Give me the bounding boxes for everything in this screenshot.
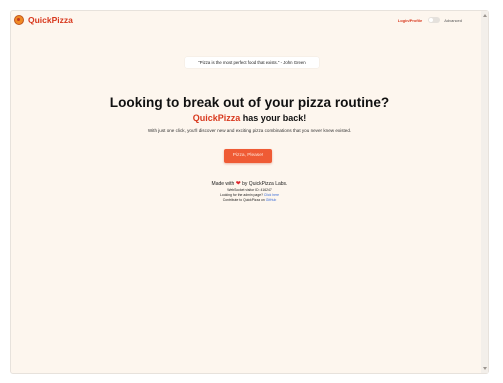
pizza-please-button[interactable]: Pizza, Please!: [224, 149, 272, 163]
footer: Made with ❤ by QuickPizza Labs. WebSocke…: [10, 180, 489, 203]
github-link[interactable]: GitHub: [266, 198, 277, 202]
hero-title: Looking to break out of your pizza routi…: [109, 95, 390, 110]
made-with-line: Made with ❤ by QuickPizza Labs.: [10, 180, 489, 188]
contribute-prefix: Contribute to QuickPizza on: [222, 198, 266, 202]
hero-subtitle: QuickPizza has your back!: [10, 113, 489, 124]
admin-prefix: Looking for the admin page?: [220, 193, 264, 197]
login-profile-link[interactable]: Login/Profile: [398, 18, 422, 23]
hero-description: With just one click, you'll discover new…: [147, 128, 352, 133]
brand-name: QuickPizza: [28, 15, 73, 25]
contribute-line: Contribute to QuickPizza on GitHub: [10, 198, 489, 203]
hero-section: Looking to break out of your pizza routi…: [10, 95, 489, 134]
made-with-prefix: Made with: [211, 181, 235, 187]
admin-link[interactable]: Click here: [264, 193, 279, 197]
top-right-controls: Login/Profile Advanced: [398, 17, 462, 23]
heart-icon: ❤: [235, 180, 241, 187]
scroll-down-arrow-icon[interactable]: [483, 367, 487, 370]
pizza-logo-icon: [14, 15, 24, 25]
top-navigation: QuickPizza Login/Profile Advanced: [14, 15, 466, 31]
advanced-toggle[interactable]: [428, 17, 441, 23]
hero-subtitle-brand: QuickPizza: [192, 113, 241, 123]
pizza-quote: "Pizza is the most perfect food that exi…: [185, 57, 319, 68]
hero-subtitle-rest: has your back!: [240, 113, 307, 123]
scroll-up-arrow-icon[interactable]: [483, 14, 487, 17]
made-with-suffix: by QuickPizza Labs.: [242, 181, 288, 187]
brand-link[interactable]: QuickPizza: [14, 15, 73, 25]
advanced-label: Advanced: [444, 17, 462, 23]
